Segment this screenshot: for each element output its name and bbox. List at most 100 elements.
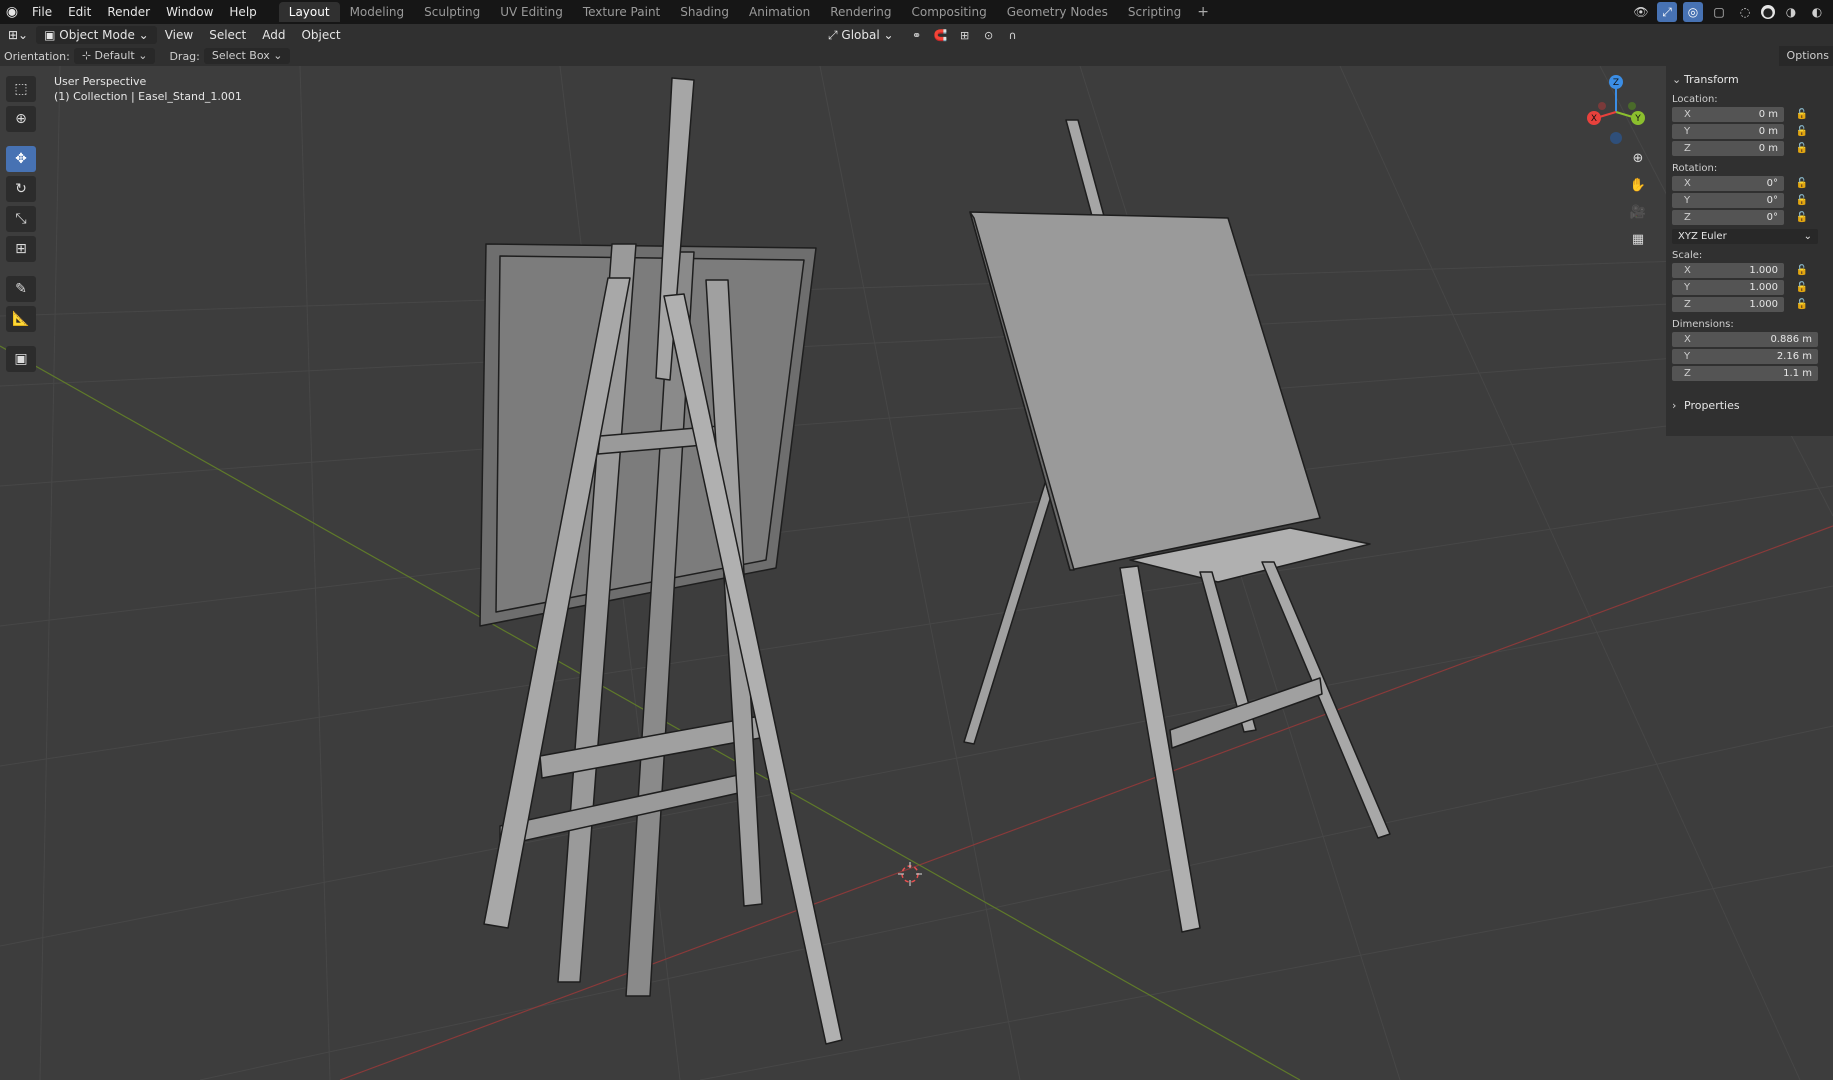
visibility-icon[interactable]: 👁 bbox=[1631, 2, 1651, 22]
tab-uv-editing[interactable]: UV Editing bbox=[490, 2, 573, 22]
scale-y-field[interactable]: Y 1.000 bbox=[1672, 280, 1784, 295]
perspective-label: User Perspective bbox=[54, 75, 147, 88]
field-value: 0° bbox=[1766, 212, 1778, 223]
field-value: 1.000 bbox=[1749, 265, 1778, 276]
axis-label: Y bbox=[1684, 351, 1691, 362]
tab-animation[interactable]: Animation bbox=[739, 2, 820, 22]
lock-icon[interactable]: 🔓 bbox=[1790, 299, 1808, 310]
gizmo-toggle-icon[interactable]: ⤢ bbox=[1657, 2, 1677, 22]
tab-geometry-nodes[interactable]: Geometry Nodes bbox=[997, 2, 1118, 22]
shading-wireframe-icon[interactable]: ◌ bbox=[1735, 2, 1755, 22]
menu-view[interactable]: View bbox=[157, 26, 201, 44]
lock-icon[interactable]: 🔓 bbox=[1790, 143, 1808, 154]
dimensions-y-field[interactable]: Y 2.16 m bbox=[1672, 349, 1818, 364]
add-cube-icon[interactable]: ▣ bbox=[6, 346, 36, 372]
overlay-toggle-icon[interactable]: ◎ bbox=[1683, 2, 1703, 22]
lock-icon[interactable]: 🔓 bbox=[1790, 282, 1808, 293]
shading-solid-icon[interactable]: ● bbox=[1761, 5, 1775, 19]
menu-object[interactable]: Object bbox=[293, 26, 348, 44]
select-box-icon[interactable]: ⬚ bbox=[6, 76, 36, 102]
grid-icon[interactable]: ▦ bbox=[1626, 227, 1650, 251]
drag-label: Drag: bbox=[169, 49, 200, 63]
3d-viewport[interactable]: User Perspective (1) Collection | Easel_… bbox=[0, 66, 1833, 1080]
properties-header[interactable]: › Properties bbox=[1672, 396, 1827, 414]
measure-icon[interactable]: 📐 bbox=[6, 306, 36, 332]
lock-icon[interactable]: 🔓 bbox=[1790, 109, 1808, 120]
tab-sculpting[interactable]: Sculpting bbox=[414, 2, 490, 22]
scale-y-row: Y 1.000 🔓 bbox=[1672, 279, 1827, 296]
add-workspace-icon[interactable]: + bbox=[1191, 4, 1215, 20]
scene-controls: 👁 ⤢ ◎ ▢ ◌ ● ◑ ◐ bbox=[1631, 2, 1827, 22]
gizmo-neg-y-icon bbox=[1628, 102, 1636, 110]
tab-layout[interactable]: Layout bbox=[278, 2, 340, 22]
scale-icon[interactable]: ⤡ bbox=[6, 206, 36, 232]
tab-texture-paint[interactable]: Texture Paint bbox=[573, 2, 670, 22]
rotation-x-field[interactable]: X 0° bbox=[1672, 176, 1784, 191]
snap-target-icon[interactable]: ⊞ bbox=[956, 26, 974, 44]
options-button[interactable]: Options bbox=[1778, 46, 1833, 66]
axis-label: X bbox=[1684, 178, 1691, 189]
menu-edit[interactable]: Edit bbox=[60, 2, 99, 22]
menu-help[interactable]: Help bbox=[221, 2, 264, 22]
blender-logo-icon[interactable]: ◉ bbox=[0, 0, 24, 24]
rotation-y-field[interactable]: Y 0° bbox=[1672, 193, 1784, 208]
falloff-icon[interactable]: ∩ bbox=[1004, 26, 1022, 44]
pan-icon[interactable]: ✋ bbox=[1626, 173, 1650, 197]
menu-add[interactable]: Add bbox=[254, 26, 293, 44]
drag-dropdown[interactable]: Select Box ⌄ bbox=[203, 48, 291, 64]
dimensions-x-field[interactable]: X 0.886 m bbox=[1672, 332, 1818, 347]
pivot-icon[interactable]: ⚭ bbox=[908, 26, 926, 44]
menu-window[interactable]: Window bbox=[158, 2, 221, 22]
lock-icon[interactable]: 🔓 bbox=[1790, 178, 1808, 189]
tab-scripting[interactable]: Scripting bbox=[1118, 2, 1191, 22]
scale-z-field[interactable]: Z 1.000 bbox=[1672, 297, 1784, 312]
annotate-icon[interactable]: ✎ bbox=[6, 276, 36, 302]
location-y-row: Y 0 m 🔓 bbox=[1672, 123, 1827, 140]
scene-canvas[interactable] bbox=[0, 66, 1833, 1080]
transform-header[interactable]: ⌄ Transform bbox=[1672, 70, 1827, 88]
menu-select[interactable]: Select bbox=[201, 26, 254, 44]
gizmo-z-label: Z bbox=[1613, 78, 1619, 88]
location-x-field[interactable]: X 0 m bbox=[1672, 107, 1784, 122]
gizmo-neg-z-icon bbox=[1610, 132, 1622, 144]
axis-label: Z bbox=[1684, 368, 1691, 379]
lock-icon[interactable]: 🔓 bbox=[1790, 195, 1808, 206]
transform-orientation-dropdown[interactable]: ⤢ Global ⌄ bbox=[820, 26, 902, 44]
editor-type-icon[interactable]: ⊞⌄ bbox=[0, 26, 36, 44]
location-z-field[interactable]: Z 0 m bbox=[1672, 141, 1784, 156]
navigation-gizmo[interactable]: Z Y X bbox=[1582, 72, 1652, 146]
scale-x-field[interactable]: X 1.000 bbox=[1672, 263, 1784, 278]
proportional-edit-icon[interactable]: ⊙ bbox=[980, 26, 998, 44]
tab-compositing[interactable]: Compositing bbox=[901, 2, 996, 22]
easel-right bbox=[963, 119, 1391, 933]
lock-icon[interactable]: 🔓 bbox=[1790, 212, 1808, 223]
tab-modeling[interactable]: Modeling bbox=[340, 2, 415, 22]
sidebar-panel: ⌄ Transform Location: X 0 m 🔓 Y 0 m 🔓 Z 0 m… bbox=[1666, 66, 1833, 436]
tab-shading[interactable]: Shading bbox=[670, 2, 739, 22]
zoom-icon[interactable]: ⊕ bbox=[1626, 146, 1650, 170]
lock-icon[interactable]: 🔓 bbox=[1790, 265, 1808, 276]
location-y-field[interactable]: Y 0 m bbox=[1672, 124, 1784, 139]
rotation-z-field[interactable]: Z 0° bbox=[1672, 210, 1784, 225]
mode-dropdown[interactable]: ▣ Object Mode ⌄ bbox=[36, 26, 157, 44]
cursor-icon[interactable]: ⊕ bbox=[6, 106, 36, 132]
menu-file[interactable]: File bbox=[24, 2, 60, 22]
shading-material-icon[interactable]: ◑ bbox=[1781, 2, 1801, 22]
xray-icon[interactable]: ▢ bbox=[1709, 2, 1729, 22]
orientation-dropdown[interactable]: ⊹ Default ⌄ bbox=[73, 48, 156, 64]
move-icon[interactable]: ✥ bbox=[6, 146, 36, 172]
camera-icon[interactable]: 🎥 bbox=[1626, 200, 1650, 224]
rotate-icon[interactable]: ↻ bbox=[6, 176, 36, 202]
transform-icon[interactable]: ⊞ bbox=[6, 236, 36, 262]
orientation-label: Orientation: bbox=[4, 49, 70, 63]
rotation-mode-value: XYZ Euler bbox=[1678, 231, 1727, 242]
rotation-mode-dropdown[interactable]: XYZ Euler ⌄ bbox=[1672, 229, 1818, 244]
menu-render[interactable]: Render bbox=[99, 2, 158, 22]
snap-icon[interactable]: 🧲 bbox=[932, 26, 950, 44]
dimensions-z-field[interactable]: Z 1.1 m bbox=[1672, 366, 1818, 381]
toolbar-divider bbox=[6, 136, 38, 142]
lock-icon[interactable]: 🔓 bbox=[1790, 126, 1808, 137]
collection-label: (1) Collection | Easel_Stand_1.001 bbox=[54, 90, 242, 103]
tab-rendering[interactable]: Rendering bbox=[820, 2, 901, 22]
shading-rendered-icon[interactable]: ◐ bbox=[1807, 2, 1827, 22]
